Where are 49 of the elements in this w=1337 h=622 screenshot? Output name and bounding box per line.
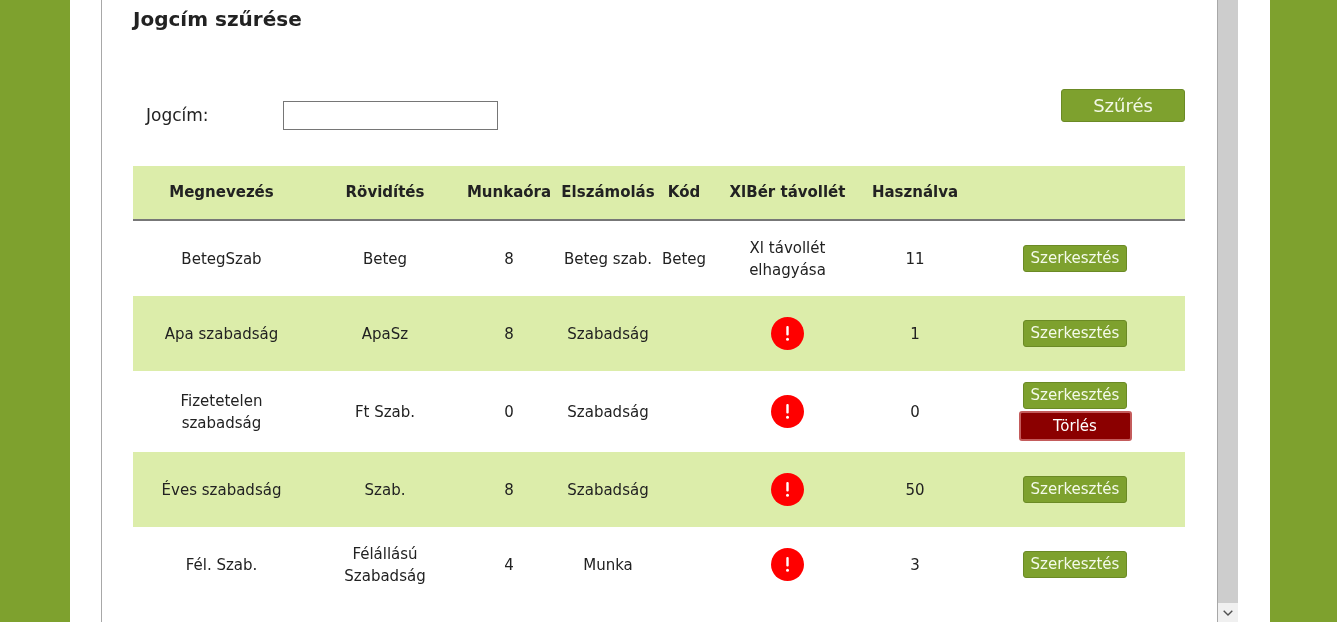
- table-cell-text: 8: [503, 323, 515, 345]
- exclamation-circle-icon: [771, 317, 804, 350]
- filter-button[interactable]: Szűrés: [1061, 89, 1185, 122]
- table-cell-text: Apa szabadság: [163, 323, 280, 345]
- field-label: Jogcím:: [146, 103, 210, 127]
- chevron-down-icon: [1223, 609, 1233, 616]
- delete-button[interactable]: Törlés: [1018, 411, 1132, 441]
- table-cell-text: 0: [909, 401, 921, 423]
- table-cell-text: Xl távollét elhagyása: [748, 237, 827, 281]
- edit-button[interactable]: Szerkesztés: [1022, 382, 1128, 409]
- exclamation-circle-icon: [771, 395, 804, 428]
- table-cell-text: Munka: [582, 554, 634, 576]
- table-cell-text: Beteg: [660, 248, 708, 270]
- table-cell-text: Ft Szab.: [353, 401, 417, 423]
- table-cell-text: 11: [904, 248, 926, 270]
- page-title: Jogcím szűrése: [133, 6, 303, 33]
- table-cell-text: BetegSzab: [180, 248, 263, 270]
- table-cell-text: 8: [503, 479, 515, 501]
- table-cell-text: Félállású Szabadság: [343, 543, 427, 587]
- column-header: XlBér távollét: [728, 182, 847, 204]
- table-cell-text: Fél. Szab.: [184, 554, 259, 576]
- table-cell-text: 0: [503, 401, 515, 423]
- table-cell-text: 4: [503, 554, 515, 576]
- table-cell-text: Beteg: [361, 248, 409, 270]
- table-cell-text: Beteg szab.: [562, 248, 654, 270]
- column-header: Használva: [870, 182, 960, 204]
- edit-button[interactable]: Szerkesztés: [1022, 245, 1128, 272]
- edit-button[interactable]: Szerkesztés: [1022, 320, 1128, 347]
- table-cell-text: Szabadság: [566, 479, 650, 501]
- table-cell-text: Éves szabadság: [160, 479, 283, 501]
- table-cell-text: Szab.: [363, 479, 407, 501]
- edit-button[interactable]: Szerkesztés: [1022, 476, 1128, 503]
- column-header: Megnevezés: [168, 182, 275, 204]
- input-field[interactable]: [283, 101, 498, 130]
- table-cell-text: 1: [909, 323, 921, 345]
- table-cell-text: 50: [904, 479, 926, 501]
- exclamation-circle-icon: [771, 548, 804, 581]
- table-cell-text: ApaSz: [360, 323, 410, 345]
- column-header: Rövidítés: [344, 182, 426, 204]
- column-header: Kód: [666, 182, 702, 204]
- edit-button[interactable]: Szerkesztés: [1022, 551, 1128, 578]
- table-cell-text: 8: [503, 248, 515, 270]
- table-cell-text: Szabadság: [566, 323, 650, 345]
- table-cell-text: Fizetetelen szabadság: [179, 390, 264, 434]
- exclamation-circle-icon: [771, 473, 804, 506]
- column-header: Elszámolás: [560, 182, 656, 204]
- table-cell-text: 3: [909, 554, 921, 576]
- column-header: Munkaóra: [465, 182, 553, 204]
- table-cell-text: Szabadság: [566, 401, 650, 423]
